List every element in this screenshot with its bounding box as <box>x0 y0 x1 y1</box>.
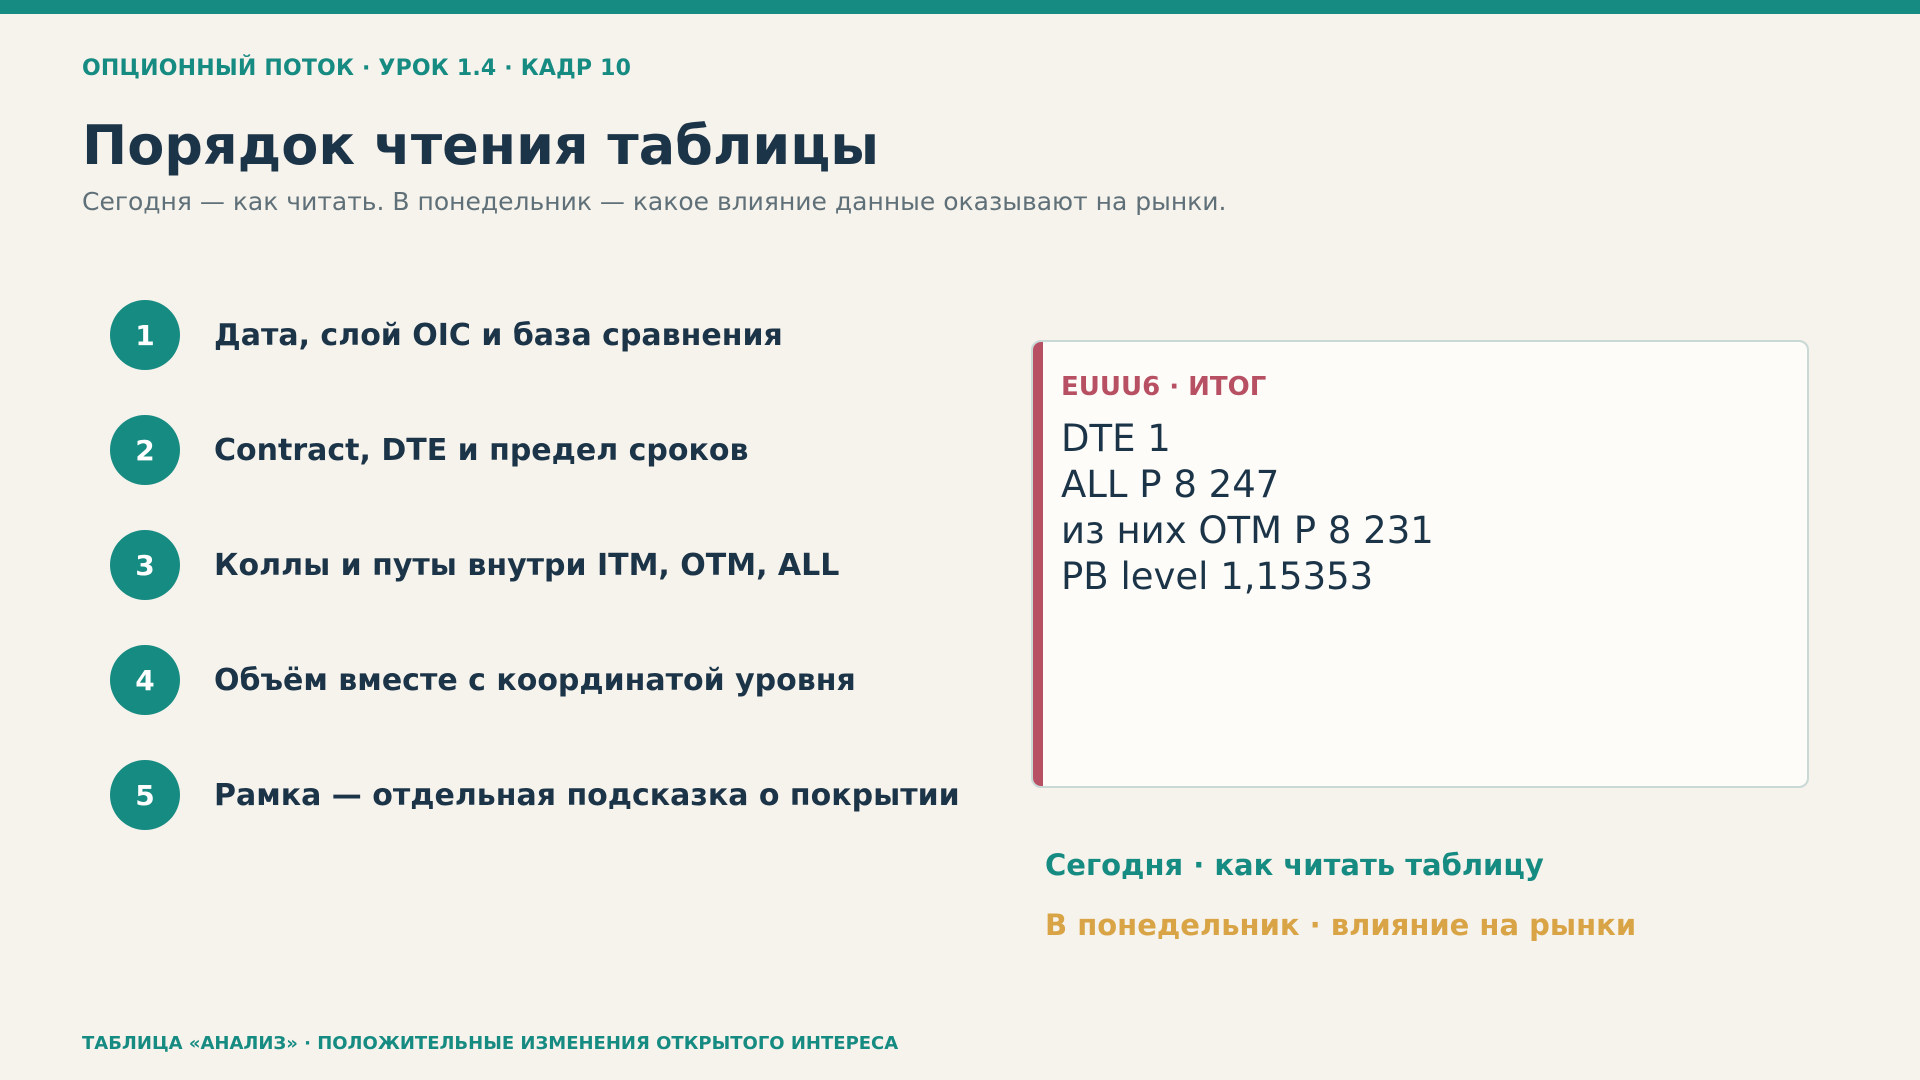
step-item: 5 Рамка — отдельная подсказка о покрытии <box>110 760 960 830</box>
step-label: Дата, слой OIC и база сравнения <box>214 317 783 353</box>
step-number-badge: 3 <box>110 530 180 600</box>
lesson-kicker: ОПЦИОННЫЙ ПОТОК · УРОК 1.4 · КАДР 10 <box>82 56 632 81</box>
legend-monday: В понедельник · влияние на рынки <box>1045 908 1637 942</box>
step-item: 1 Дата, слой OIC и база сравнения <box>110 300 783 370</box>
step-item: 2 Contract, DTE и предел сроков <box>110 415 748 485</box>
step-label: Contract, DTE и предел сроков <box>214 432 749 468</box>
top-accent-bar <box>0 0 1920 14</box>
step-item: 3 Коллы и путы внутри ITM, OTM, ALL <box>110 530 839 600</box>
page-subtitle: Сегодня — как читать. В понедельник — ка… <box>82 187 1227 216</box>
page-title: Порядок чтения таблицы <box>82 114 880 177</box>
footer-caption: ТАБЛИЦА «АНАЛИЗ» · ПОЛОЖИТЕЛЬНЫЕ ИЗМЕНЕН… <box>82 1033 899 1054</box>
card-line: PB level 1,15353 <box>1061 555 1374 598</box>
summary-card: EUUU6 · ИТОГ DTE 1 ALL P 8 247 из них OT… <box>1031 340 1809 788</box>
step-label: Рамка — отдельная подсказка о покрытии <box>214 777 960 813</box>
card-line: из них OTM P 8 231 <box>1061 509 1434 552</box>
step-number-badge: 2 <box>110 415 180 485</box>
card-lines: DTE 1 ALL P 8 247 из них OTM P 8 231 PB … <box>1061 416 1434 600</box>
step-number-badge: 5 <box>110 760 180 830</box>
card-line: DTE 1 <box>1061 417 1171 460</box>
legend-today: Сегодня · как читать таблицу <box>1045 848 1544 882</box>
card-line: ALL P 8 247 <box>1061 463 1280 506</box>
step-label: Объём вместе с координатой уровня <box>214 662 856 698</box>
card-tag: EUUU6 · ИТОГ <box>1061 372 1267 402</box>
step-number-badge: 1 <box>110 300 180 370</box>
step-number-badge: 4 <box>110 645 180 715</box>
step-label: Коллы и путы внутри ITM, OTM, ALL <box>214 547 840 583</box>
step-item: 4 Объём вместе с координатой уровня <box>110 645 856 715</box>
card-accent-stripe <box>1033 342 1043 786</box>
